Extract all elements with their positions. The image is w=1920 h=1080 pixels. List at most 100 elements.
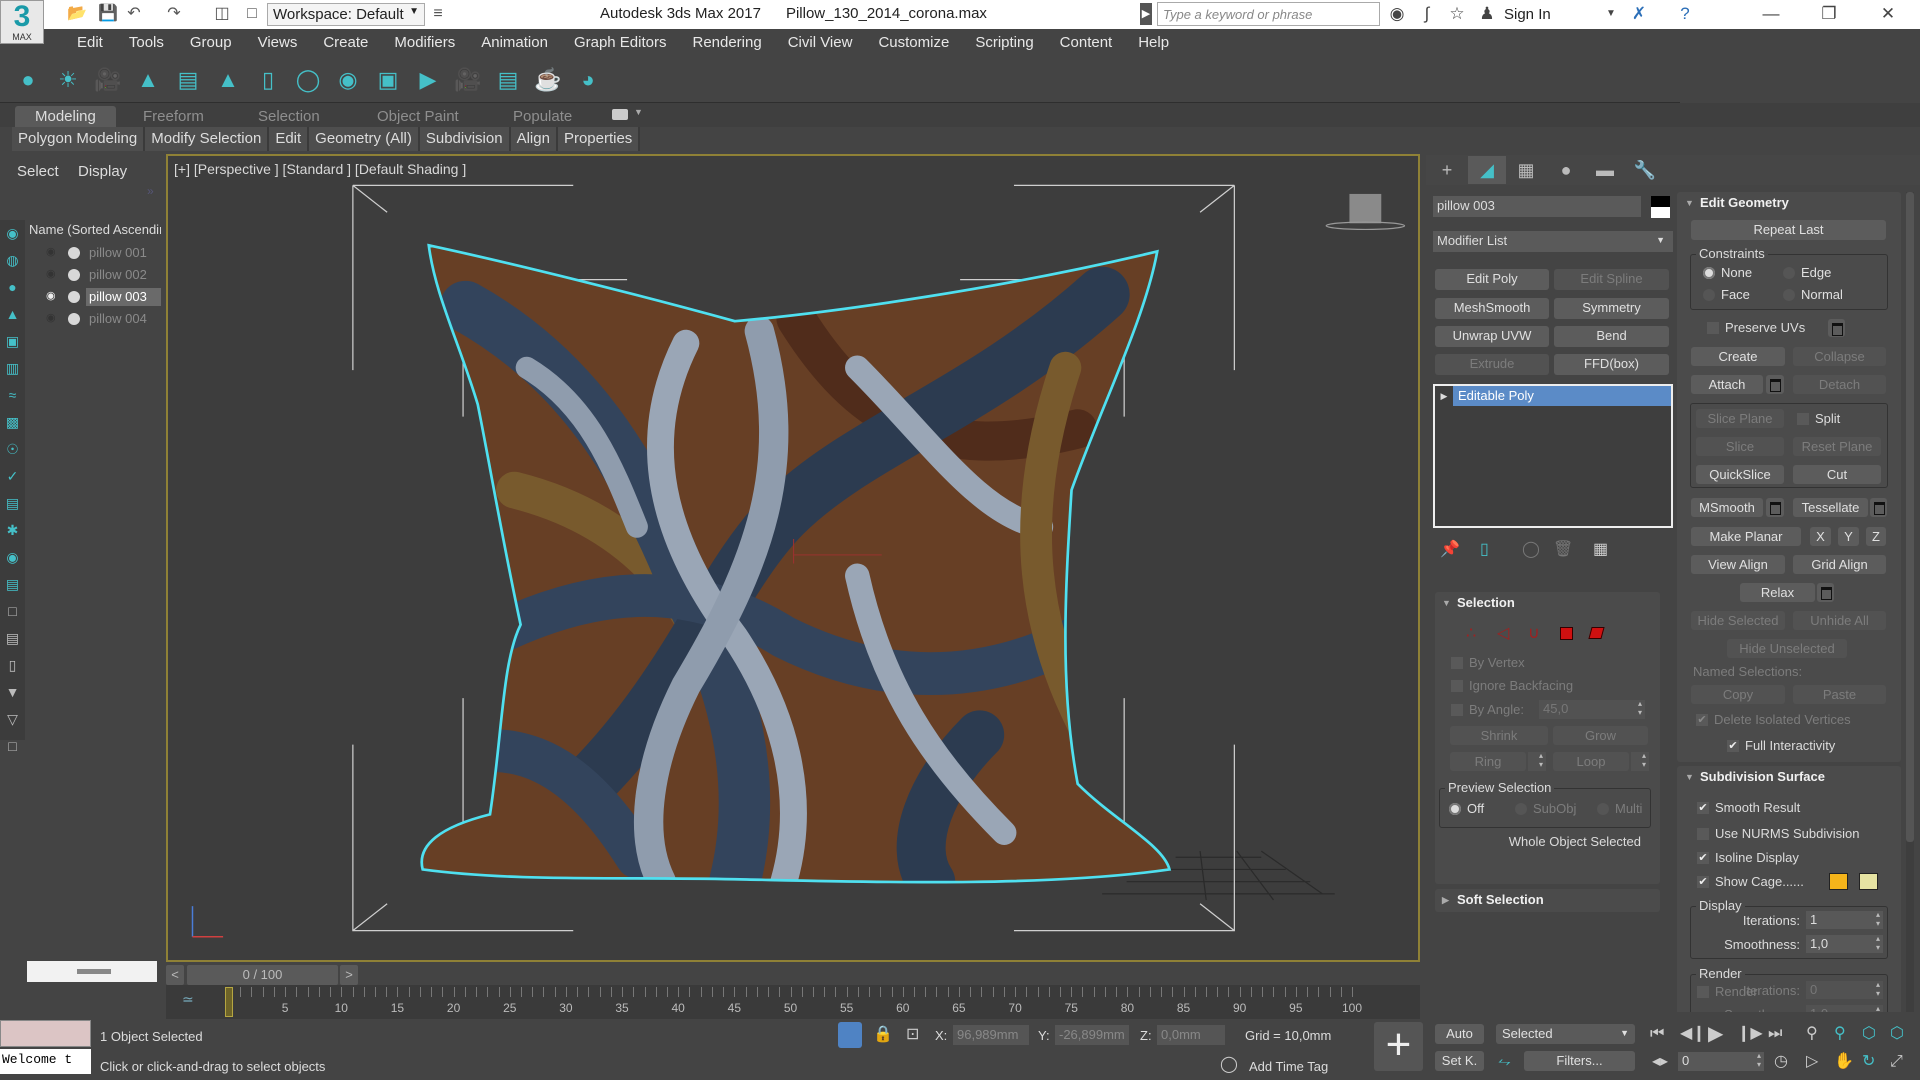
checkbox-icon[interactable] (1451, 657, 1463, 669)
copy-named-selection-button[interactable]: Copy (1691, 685, 1785, 704)
ffd-box-button[interactable]: FFD(box) (1554, 354, 1669, 375)
menu-content[interactable]: Content (1047, 34, 1126, 51)
layer-icon[interactable]: ▯ (4, 657, 21, 674)
app-logo-button[interactable]: 3 MAX (0, 0, 44, 44)
customize-qat-icon[interactable]: ≡ (428, 4, 448, 24)
command-panel-scrollbar[interactable] (1906, 192, 1914, 1012)
scene-item-pillow-004[interactable]: ◉ pillow 004 (26, 308, 161, 330)
make-planar-button[interactable]: Make Planar (1691, 527, 1801, 546)
key-mode-dropdown[interactable]: Selected ▼ (1496, 1024, 1635, 1044)
msmooth-button[interactable]: MSmooth (1691, 498, 1763, 517)
menu-views[interactable]: Views (245, 34, 311, 51)
ribbon-panel-align[interactable]: Align (510, 127, 558, 151)
z-coordinate-field[interactable]: 0,0mm (1157, 1025, 1225, 1045)
edge-icon[interactable]: ◁ (1497, 624, 1509, 644)
polygon-icon[interactable] (1560, 627, 1573, 640)
display-cameras-icon[interactable]: ▣ (4, 333, 21, 350)
subdivision-surface-header[interactable]: Subdivision Surface (1680, 768, 1900, 786)
split-checkbox[interactable]: Split (1797, 411, 1867, 427)
edit-geometry-header[interactable]: Edit Geometry (1680, 194, 1900, 212)
ribbon-panel-edit[interactable]: Edit (269, 127, 310, 151)
object-color-swatch[interactable] (1651, 196, 1670, 218)
scrollbar-thumb[interactable] (1906, 192, 1914, 842)
preserve-uvs-settings-button[interactable] (1828, 319, 1845, 337)
orbit-icon[interactable]: ↻ (1862, 1052, 1875, 1072)
track-bar[interactable]: ≃ 05101520253035404550556065707580859095… (166, 985, 1420, 1019)
ring-button[interactable]: Ring (1450, 752, 1526, 771)
go-to-start-icon[interactable]: ⏮ (1650, 1024, 1664, 1044)
go-to-end-icon[interactable]: ⏭ (1768, 1024, 1782, 1044)
close-icon[interactable]: ✕ (1877, 3, 1899, 25)
attach-button[interactable]: Attach (1691, 375, 1763, 394)
light-bulb-icon[interactable] (68, 247, 80, 259)
render-ring-icon[interactable]: ◯ (294, 66, 322, 94)
constraint-face-radio[interactable]: Face (1703, 287, 1773, 303)
ribbon-options-icon[interactable] (612, 109, 628, 120)
menu-rendering[interactable]: Rendering (679, 34, 774, 51)
invert-display-icon[interactable]: □ (4, 603, 21, 620)
column-header-name[interactable]: Name (Sorted Ascending) (29, 222, 161, 237)
light-icon[interactable]: ● (14, 66, 42, 94)
hierarchy-tab-icon[interactable]: ▦ (1507, 156, 1545, 184)
scene-item-pillow-001[interactable]: ◉ pillow 001 (26, 242, 161, 264)
display-hidden-icon[interactable]: ◉ (4, 549, 21, 566)
selection-header[interactable]: Selection (1437, 594, 1657, 612)
undo-icon[interactable]: ↶ (124, 4, 144, 24)
ribbon-panel-polygon-modeling[interactable]: Polygon Modeling (12, 127, 146, 151)
time-configuration-icon[interactable]: ◷ (1774, 1052, 1788, 1072)
expand-search-icon[interactable]: ▶ (1140, 3, 1152, 25)
maxscript-listener-mini[interactable] (0, 1020, 91, 1047)
menu-scripting[interactable]: Scripting (962, 34, 1046, 51)
symmetry-button[interactable]: Symmetry (1554, 298, 1669, 319)
checkbox-icon[interactable] (1451, 680, 1463, 692)
expand-triangle-icon[interactable]: ▶ (1435, 386, 1453, 406)
maxscript-input[interactable]: Welcome t (0, 1049, 91, 1074)
cage-selected-color-swatch[interactable] (1859, 873, 1878, 890)
checkbox-checked-icon[interactable]: ✔ (1697, 802, 1709, 814)
restore-icon[interactable]: ❐ (1818, 3, 1840, 25)
zoom-extents-all-icon[interactable]: ⬡ (1890, 1024, 1904, 1044)
chevron-down-icon[interactable]: ▼ (634, 107, 643, 117)
teapot-icon[interactable]: ☕ (534, 66, 562, 94)
minimize-icon[interactable]: — (1760, 3, 1782, 25)
modifier-list-dropdown[interactable]: Modifier List ▼ (1433, 231, 1673, 252)
menu-edit[interactable]: Edit (64, 34, 116, 51)
display-tab-icon[interactable]: ▬ (1586, 156, 1624, 184)
motion-tab-icon[interactable]: ● (1547, 156, 1585, 184)
scene-item-pillow-002[interactable]: ◉ pillow 002 (26, 264, 161, 286)
cage-color-swatch[interactable] (1829, 873, 1848, 890)
new-scene-icon[interactable]: □ (242, 4, 262, 24)
curve-editor-icon[interactable]: ≃ (182, 991, 194, 1008)
previous-frame-icon[interactable]: ◀❙ (1680, 1024, 1706, 1044)
planar-x-button[interactable]: X (1810, 527, 1831, 546)
quickslice-button[interactable]: QuickSlice (1696, 465, 1784, 484)
unhide-all-button[interactable]: Unhide All (1793, 611, 1886, 630)
meshsmooth-button[interactable]: MeshSmooth (1435, 298, 1549, 319)
slice-plane-button[interactable]: Slice Plane (1696, 409, 1784, 428)
display-shapes-icon[interactable]: ● (4, 279, 21, 296)
delete-isolated-vertices-checkbox[interactable]: ✔ Delete Isolated Vertices (1696, 712, 1876, 728)
open-file-icon[interactable]: 📂 (67, 4, 87, 24)
sort-icon[interactable]: ▤ (4, 630, 21, 647)
help-icon[interactable]: ? (1674, 3, 1696, 25)
radio-selected-icon[interactable] (1449, 803, 1461, 815)
scene-item-pillow-003[interactable]: ◉ pillow 003 (26, 286, 161, 308)
time-tag-icon[interactable]: ◯ (1220, 1055, 1238, 1075)
list-icon[interactable]: ▤ (174, 66, 202, 94)
edit-poly-button[interactable]: Edit Poly (1435, 269, 1549, 290)
by-angle-checkbox[interactable]: By Angle: (1451, 702, 1531, 718)
visibility-eye-icon[interactable]: ◉ (46, 246, 60, 258)
ribbon-panel-modify-selection[interactable]: Modify Selection (145, 127, 270, 151)
isoline-display-checkbox[interactable]: ✔ Isoline Display (1697, 850, 1847, 866)
radio-icon[interactable] (1515, 803, 1527, 815)
object-name-field[interactable]: pillow 003 (1433, 196, 1641, 217)
preview-off-radio[interactable]: Off (1449, 801, 1509, 817)
msmooth-settings-button[interactable] (1766, 498, 1784, 517)
radio-icon[interactable] (1783, 289, 1795, 301)
show-cage-checkbox[interactable]: ✔ Show Cage...... (1697, 874, 1817, 890)
save-icon[interactable]: 💾 (98, 4, 118, 24)
menu-graph-editors[interactable]: Graph Editors (561, 34, 680, 51)
preserve-uvs-checkbox[interactable]: Preserve UVs (1707, 320, 1817, 336)
pan-hand-icon[interactable]: ✋ (1834, 1052, 1854, 1072)
filters-button[interactable]: Filters... (1524, 1051, 1635, 1071)
